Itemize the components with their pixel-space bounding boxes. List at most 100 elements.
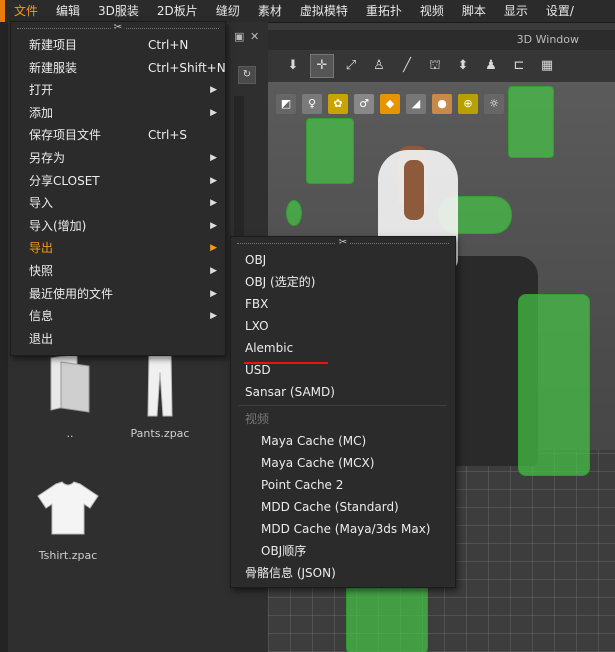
arrangement-point[interactable] [518,294,590,476]
menu-7[interactable]: 重拓扑 [357,0,411,22]
menu-4[interactable]: 缝纫 [207,0,249,22]
file-menu-item-12[interactable]: 信息 ▶ [11,305,225,328]
fold-icon[interactable]: ⬍ [452,55,474,77]
arrangement-point[interactable] [508,86,554,158]
export-menu-item-14[interactable]: 骨骼信息 (JSON) [231,562,455,584]
export-menu-item-1[interactable]: OBJ (选定的) [231,271,455,293]
export-menu-item-8[interactable]: Maya Cache (MC) [231,430,455,452]
menu-11[interactable]: 设置/ [537,0,583,22]
export-menu-item-10[interactable]: Point Cache 2 [231,474,455,496]
file-item-pants[interactable]: Pants.zpac [128,352,192,440]
menu-9[interactable]: 脚本 [453,0,495,22]
menu-10[interactable]: 显示 [495,0,537,22]
submenu-arrow-icon: ▶ [210,243,217,254]
export-menu-item-13[interactable]: OBJ顺序 [231,540,455,562]
file-item-tshirt[interactable]: Tshirt.zpac [30,480,106,562]
menu-item-label: 新建项目 [29,38,78,52]
menu-8[interactable]: 视频 [411,0,453,22]
view-body-icon[interactable]: ♂ [354,94,374,114]
view-skin-icon[interactable]: ● [432,94,452,114]
file-menu-item-5[interactable]: 另存为 ▶ [11,147,225,170]
pin-icon[interactable]: ⤢ [340,55,362,77]
file-menu-item-11[interactable]: 最近使用的文件 ▶ [11,283,225,306]
view-texture-icon[interactable]: ◩ [276,94,296,114]
view-strain-icon[interactable]: ✿ [328,94,348,114]
menu-separator [239,405,447,406]
needle-icon[interactable]: ╱ [396,55,418,77]
export-menu-item-3[interactable]: LXO [231,315,455,337]
menu-item-label: 导入 [29,196,54,211]
file-menu-item-8[interactable]: 导入(增加) ▶ [11,215,225,238]
view-globe-icon[interactable]: ⊕ [458,94,478,114]
select-move-icon[interactable]: ✛ [310,54,334,78]
file-menu-item-0[interactable]: 新建项目 Ctrl+N [11,34,225,57]
file-menu-item-9[interactable]: 导出 ▶ [11,237,225,260]
move-down-icon[interactable]: ⬇ [282,55,304,77]
left-toolstrip [0,22,8,652]
menu-item-label: 分享CLOSET [29,173,100,188]
menu-1[interactable]: 编辑 [47,0,89,22]
refresh-button[interactable]: ↻ [238,66,256,84]
measure-icon[interactable]: ⊏ [508,55,530,77]
export-section-header: 视频 [245,412,270,426]
menu-6[interactable]: 虚拟模特 [291,0,357,22]
menu-item-label: 另存为 [29,150,66,165]
arrangement-point[interactable] [286,200,302,226]
menu-item-shortcut: Ctrl+Shift+N [148,60,226,75]
file-menu-item-7[interactable]: 导入 ▶ [11,192,225,215]
export-menu-item-11[interactable]: MDD Cache (Standard) [231,496,455,518]
menu-bar: 文件 编辑 3D服装 2D板片 缝纫 素材 虚拟模特 重拓扑 视频 脚本 显示 设置/ [0,0,615,23]
file-menu-item-3[interactable]: 添加 ▶ [11,102,225,125]
file-item-folder-up[interactable]: .. [40,352,100,440]
pants-icon [147,353,173,417]
menu-item-label: 添加 [29,105,54,120]
export-menu-item-2[interactable]: FBX [231,293,455,315]
3d-view-toolbar: ◩ ♀ ✿ ♂ ◆ ◢ ● ⊕ ☼ [276,94,504,114]
export-menu-item-9[interactable]: Maya Cache (MCX) [231,452,455,474]
close-panel-icon[interactable]: ✕ [250,30,259,43]
menu-tearoff-grip[interactable]: ✂ [11,22,225,34]
view-avatar-icon[interactable]: ♀ [302,94,322,114]
menu-5[interactable]: 素材 [249,0,291,22]
file-menu-item-1[interactable]: 新建服装 Ctrl+Shift+N [11,57,226,80]
float-panel-icon[interactable]: ▣ [234,30,244,43]
menu-item-label: 导出 [29,241,54,256]
folder-icon [50,353,90,413]
grid-icon[interactable]: ▦ [536,55,558,77]
file-label: Pants.zpac [130,427,190,440]
garment-icon[interactable]: ♙ [368,55,390,77]
menu-0[interactable]: 文件 [5,0,47,22]
menu-bar-items: 文件 编辑 3D服装 2D板片 缝纫 素材 虚拟模特 重拓扑 视频 脚本 显示 设置/ [5,0,583,22]
avatar-icon[interactable]: ♟ [480,55,502,77]
file-menu-item-6[interactable]: 分享CLOSET ▶ [11,170,225,193]
file-menu-item-4[interactable]: 保存项目文件 Ctrl+S [11,124,225,147]
export-menu-items: OBJ OBJ (选定的) FBX LXO Alembic USD Sansar (SAMD… [231,249,455,584]
menu-2[interactable]: 3D服装 [89,0,148,22]
file-label: .. [66,427,74,440]
menu-item-label: 保存项目文件 [29,128,102,143]
menu-3[interactable]: 2D板片 [148,0,207,22]
3d-window-title: 3D Window [516,33,579,46]
menu-item-shortcut: Ctrl+N [148,38,189,52]
3d-window-header: 3D Window [268,30,615,50]
submenu-arrow-icon: ▶ [210,288,217,299]
export-menu-item-0[interactable]: OBJ [231,249,455,271]
submenu-tearoff-grip[interactable]: ✂ [231,237,455,249]
view-light-icon[interactable]: ☼ [484,94,504,114]
scissors-icon: ✂ [335,237,351,249]
view-material-icon[interactable]: ◆ [380,94,400,114]
arrangement-point[interactable] [306,118,354,184]
export-menu-item-12[interactable]: MDD Cache (Maya/3ds Max) [231,518,455,540]
export-menu-item-6[interactable]: Sansar (SAMD) [231,381,455,403]
submenu-arrow-icon: ▶ [210,85,217,96]
tshirt-icon [37,481,99,535]
menu-item-shortcut: Ctrl+S [148,128,188,143]
file-menu-item-10[interactable]: 快照 ▶ [11,260,225,283]
file-menu-item-13[interactable]: 退出 [11,328,225,351]
file-menu-item-2[interactable]: 打开 ▶ [11,79,225,102]
panel-tab-controls: ▣ ✕ [232,30,268,48]
arrange-icon[interactable]: ⛫ [424,55,446,77]
menu-item-label: 新建服装 [29,60,78,75]
export-menu-item-4[interactable]: Alembic [231,337,455,359]
view-mesh-icon[interactable]: ◢ [406,94,426,114]
